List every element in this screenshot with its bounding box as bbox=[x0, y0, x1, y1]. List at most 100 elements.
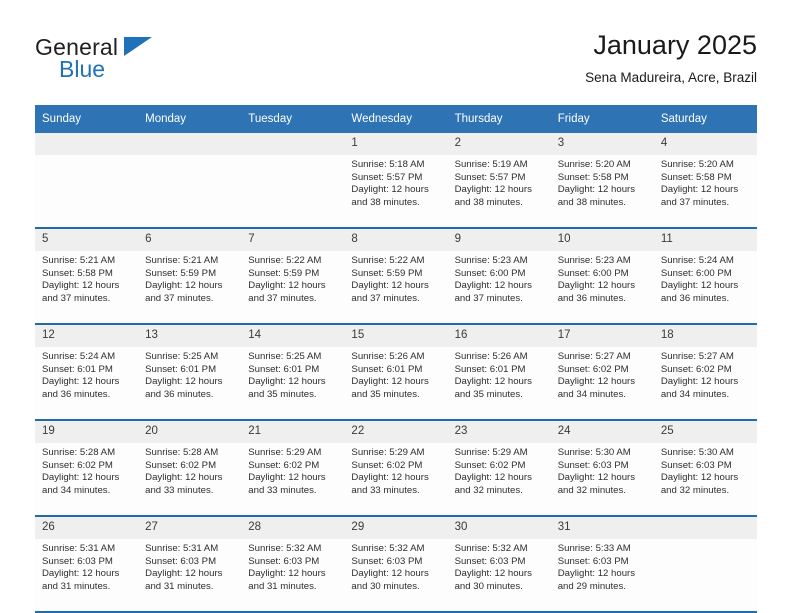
day-cell[interactable]: Sunrise: 5:21 AM Sunset: 5:58 PM Dayligh… bbox=[35, 251, 139, 323]
daylight-text: Daylight: 12 hours and 31 minutes. bbox=[248, 568, 326, 592]
day-cell[interactable]: Sunrise: 5:33 AM Sunset: 6:03 PM Dayligh… bbox=[550, 539, 654, 611]
day-cell[interactable] bbox=[138, 155, 242, 227]
sunset-text: Sunset: 6:03 PM bbox=[351, 555, 423, 567]
day-number[interactable] bbox=[241, 133, 345, 155]
day-number[interactable]: 5 bbox=[35, 229, 139, 251]
day-cell[interactable]: Sunrise: 5:22 AM Sunset: 5:59 PM Dayligh… bbox=[241, 251, 345, 323]
day-number[interactable]: 14 bbox=[241, 325, 345, 347]
sunrise-text: Sunrise: 5:30 AM bbox=[557, 447, 631, 458]
daylight-text: Daylight: 12 hours and 32 minutes. bbox=[660, 472, 739, 496]
day-cell[interactable]: Sunrise: 5:31 AM Sunset: 6:03 PM Dayligh… bbox=[35, 539, 139, 611]
page-subtitle: Sena Madureira, Acre, Brazil bbox=[585, 70, 757, 85]
day-cell[interactable]: Sunrise: 5:32 AM Sunset: 6:03 PM Dayligh… bbox=[241, 539, 345, 611]
day-cell[interactable]: Sunrise: 5:21 AM Sunset: 5:59 PM Dayligh… bbox=[138, 251, 242, 323]
day-number[interactable]: 10 bbox=[550, 229, 654, 251]
sunrise-text: Sunrise: 5:32 AM bbox=[351, 543, 425, 554]
day-number[interactable]: 24 bbox=[550, 421, 654, 443]
day-number[interactable]: 16 bbox=[447, 325, 551, 347]
day-number[interactable]: 13 bbox=[138, 325, 242, 347]
day-cell[interactable]: Sunrise: 5:28 AM Sunset: 6:02 PM Dayligh… bbox=[35, 443, 139, 515]
day-number[interactable]: 21 bbox=[241, 421, 345, 443]
day-cell[interactable] bbox=[241, 155, 345, 227]
day-cell[interactable]: Sunrise: 5:27 AM Sunset: 6:02 PM Dayligh… bbox=[550, 347, 654, 419]
sunrise-text: Sunrise: 5:29 AM bbox=[248, 447, 322, 458]
day-cell[interactable]: Sunrise: 5:28 AM Sunset: 6:02 PM Dayligh… bbox=[138, 443, 242, 515]
title-block: January 2025 Sena Madureira, Acre, Brazi… bbox=[585, 28, 757, 88]
day-cell[interactable] bbox=[653, 539, 757, 611]
day-cell[interactable]: Sunrise: 5:25 AM Sunset: 6:01 PM Dayligh… bbox=[138, 347, 242, 419]
day-number[interactable]: 29 bbox=[344, 517, 448, 539]
triangle-icon bbox=[124, 37, 152, 56]
day-cell[interactable]: Sunrise: 5:22 AM Sunset: 5:59 PM Dayligh… bbox=[344, 251, 448, 323]
day-cell[interactable] bbox=[35, 155, 139, 227]
day-number[interactable]: 25 bbox=[653, 421, 757, 443]
day-number[interactable]: 3 bbox=[550, 133, 654, 155]
sunrise-text: Sunrise: 5:28 AM bbox=[145, 447, 219, 458]
sunset-text: Sunset: 6:02 PM bbox=[42, 459, 113, 471]
brand-logo[interactable]: General Blue bbox=[35, 34, 235, 90]
day-cell[interactable]: Sunrise: 5:32 AM Sunset: 6:03 PM Dayligh… bbox=[447, 539, 551, 611]
daylight-text: Daylight: 12 hours and 31 minutes. bbox=[42, 568, 120, 592]
day-number[interactable]: 17 bbox=[550, 325, 654, 347]
day-number[interactable]: 18 bbox=[653, 325, 757, 347]
calendar-page: General Blue January 2025 Sena Madureira… bbox=[0, 0, 792, 613]
sunset-text: Sunset: 6:02 PM bbox=[660, 363, 732, 375]
day-number[interactable]: 22 bbox=[344, 421, 448, 443]
day-cell[interactable]: Sunrise: 5:29 AM Sunset: 6:02 PM Dayligh… bbox=[447, 443, 551, 515]
day-number[interactable]: 11 bbox=[653, 229, 757, 251]
day-number[interactable]: 9 bbox=[447, 229, 551, 251]
day-number[interactable]: 15 bbox=[344, 325, 448, 347]
day-cell[interactable]: Sunrise: 5:20 AM Sunset: 5:58 PM Dayligh… bbox=[653, 155, 757, 227]
calendar-body: 1 2 3 4 Sunrise: 5:18 AM Sunset: 5:57 PM… bbox=[35, 133, 757, 613]
sunset-text: Sunset: 6:03 PM bbox=[557, 459, 629, 471]
daylight-text: Daylight: 12 hours and 33 minutes. bbox=[145, 472, 223, 496]
day-cell[interactable]: Sunrise: 5:26 AM Sunset: 6:01 PM Dayligh… bbox=[447, 347, 551, 419]
sunset-text: Sunset: 6:03 PM bbox=[248, 555, 320, 567]
daylight-text: Daylight: 12 hours and 29 minutes. bbox=[557, 568, 636, 592]
day-number[interactable]: 12 bbox=[35, 325, 139, 347]
sunrise-text: Sunrise: 5:33 AM bbox=[557, 543, 631, 554]
day-cell[interactable]: Sunrise: 5:20 AM Sunset: 5:58 PM Dayligh… bbox=[550, 155, 654, 227]
day-cell[interactable]: Sunrise: 5:18 AM Sunset: 5:57 PM Dayligh… bbox=[344, 155, 448, 227]
sunrise-text: Sunrise: 5:23 AM bbox=[557, 255, 631, 266]
daylight-text: Daylight: 12 hours and 35 minutes. bbox=[351, 376, 429, 400]
day-number[interactable]: 1 bbox=[344, 133, 448, 155]
day-number[interactable]: 8 bbox=[344, 229, 448, 251]
daylight-text: Daylight: 12 hours and 37 minutes. bbox=[248, 280, 326, 304]
day-number[interactable]: 19 bbox=[35, 421, 139, 443]
sunset-text: Sunset: 5:57 PM bbox=[454, 171, 526, 183]
day-number[interactable]: 30 bbox=[447, 517, 551, 539]
day-number[interactable]: 6 bbox=[138, 229, 242, 251]
day-number[interactable] bbox=[653, 517, 757, 539]
day-cell[interactable]: Sunrise: 5:27 AM Sunset: 6:02 PM Dayligh… bbox=[653, 347, 757, 419]
day-number[interactable]: 7 bbox=[241, 229, 345, 251]
day-number[interactable] bbox=[138, 133, 242, 155]
day-cell[interactable]: Sunrise: 5:31 AM Sunset: 6:03 PM Dayligh… bbox=[138, 539, 242, 611]
day-number[interactable]: 27 bbox=[138, 517, 242, 539]
day-cell[interactable]: Sunrise: 5:23 AM Sunset: 6:00 PM Dayligh… bbox=[447, 251, 551, 323]
day-cell[interactable]: Sunrise: 5:24 AM Sunset: 6:01 PM Dayligh… bbox=[35, 347, 139, 419]
day-number[interactable]: 20 bbox=[138, 421, 242, 443]
day-cell[interactable]: Sunrise: 5:29 AM Sunset: 6:02 PM Dayligh… bbox=[241, 443, 345, 515]
day-number[interactable]: 4 bbox=[653, 133, 757, 155]
day-cell[interactable]: Sunrise: 5:19 AM Sunset: 5:57 PM Dayligh… bbox=[447, 155, 551, 227]
sunrise-text: Sunrise: 5:28 AM bbox=[42, 447, 116, 458]
day-number[interactable]: 26 bbox=[35, 517, 139, 539]
day-cell[interactable]: Sunrise: 5:29 AM Sunset: 6:02 PM Dayligh… bbox=[344, 443, 448, 515]
day-number[interactable]: 31 bbox=[550, 517, 654, 539]
day-cell[interactable]: Sunrise: 5:30 AM Sunset: 6:03 PM Dayligh… bbox=[550, 443, 654, 515]
day-number[interactable]: 28 bbox=[241, 517, 345, 539]
day-number[interactable]: 23 bbox=[447, 421, 551, 443]
day-cell[interactable]: Sunrise: 5:26 AM Sunset: 6:01 PM Dayligh… bbox=[344, 347, 448, 419]
day-cell[interactable]: Sunrise: 5:24 AM Sunset: 6:00 PM Dayligh… bbox=[653, 251, 757, 323]
week-info-row: Sunrise: 5:18 AM Sunset: 5:57 PM Dayligh… bbox=[35, 155, 757, 227]
daylight-text: Daylight: 12 hours and 32 minutes. bbox=[557, 472, 636, 496]
day-cell[interactable]: Sunrise: 5:23 AM Sunset: 6:00 PM Dayligh… bbox=[550, 251, 654, 323]
day-cell[interactable]: Sunrise: 5:25 AM Sunset: 6:01 PM Dayligh… bbox=[241, 347, 345, 419]
day-number[interactable] bbox=[35, 133, 139, 155]
day-cell[interactable]: Sunrise: 5:32 AM Sunset: 6:03 PM Dayligh… bbox=[344, 539, 448, 611]
daylight-text: Daylight: 12 hours and 33 minutes. bbox=[351, 472, 429, 496]
week-info-row: Sunrise: 5:28 AM Sunset: 6:02 PM Dayligh… bbox=[35, 443, 757, 515]
day-cell[interactable]: Sunrise: 5:30 AM Sunset: 6:03 PM Dayligh… bbox=[653, 443, 757, 515]
day-number[interactable]: 2 bbox=[447, 133, 551, 155]
